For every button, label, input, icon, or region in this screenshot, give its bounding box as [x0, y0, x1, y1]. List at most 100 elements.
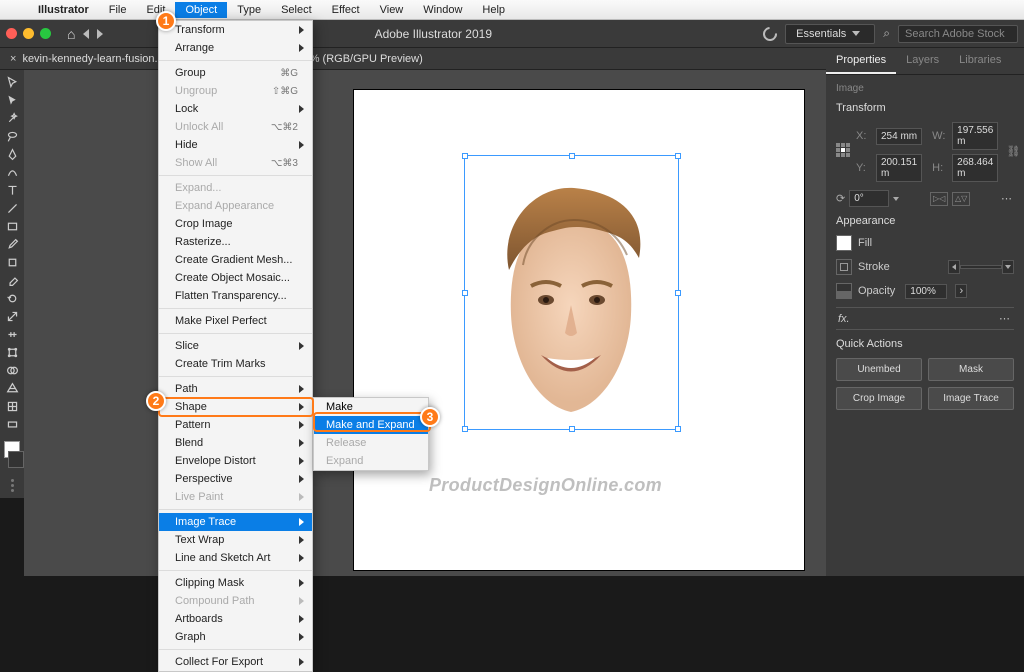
link-icon[interactable]: ⛓ — [1006, 145, 1020, 159]
stroke-swatch-icon[interactable] — [836, 259, 852, 275]
gradient-tool-icon[interactable] — [2, 416, 22, 433]
menu-help[interactable]: Help — [472, 2, 515, 18]
menu-select[interactable]: Select — [271, 2, 322, 18]
menu-item-image-trace[interactable]: Image Trace — [159, 513, 312, 531]
more-options-icon[interactable]: ⋯ — [999, 312, 1012, 325]
handle-icon[interactable] — [462, 426, 468, 432]
menu-item[interactable]: Transform — [159, 21, 312, 39]
stroke-weight-input[interactable] — [960, 265, 1002, 269]
tab-libraries[interactable]: Libraries — [949, 48, 1011, 74]
line-tool-icon[interactable] — [2, 200, 22, 217]
search-icon[interactable]: ⌕ — [883, 26, 890, 41]
menu-item[interactable]: Artboards — [159, 610, 312, 628]
sync-icon[interactable] — [760, 24, 780, 44]
menu-item[interactable]: Hide — [159, 136, 312, 154]
paintbrush-tool-icon[interactable] — [2, 236, 22, 253]
menu-item[interactable]: Rasterize... — [159, 233, 312, 251]
canvas[interactable]: ProductDesignOnline.com — [24, 70, 826, 576]
handle-icon[interactable] — [462, 153, 468, 159]
scale-tool-icon[interactable] — [2, 308, 22, 325]
menu-item[interactable]: Group⌘G — [159, 64, 312, 82]
tab-properties[interactable]: Properties — [826, 48, 896, 74]
menu-item[interactable]: Envelope Distort — [159, 452, 312, 470]
reference-point-icon[interactable] — [836, 143, 850, 161]
flip-vertical-icon[interactable]: △▽ — [952, 192, 970, 206]
opacity-input[interactable]: 100% — [905, 284, 947, 299]
mesh-tool-icon[interactable] — [2, 398, 22, 415]
menu-item[interactable]: Make Pixel Perfect — [159, 312, 312, 330]
fill-swatch-icon[interactable] — [836, 235, 852, 251]
transform-w-input[interactable]: 197.556 m — [952, 122, 998, 150]
shaper-tool-icon[interactable] — [2, 254, 22, 271]
eraser-tool-icon[interactable] — [2, 272, 22, 289]
handle-icon[interactable] — [569, 153, 575, 159]
transform-y-input[interactable]: 200.151 m — [876, 154, 922, 182]
handle-icon[interactable] — [675, 426, 681, 432]
menu-item[interactable]: Arrange — [159, 39, 312, 57]
handle-icon[interactable] — [569, 426, 575, 432]
menu-item[interactable]: Create Object Mosaic... — [159, 269, 312, 287]
perspective-tool-icon[interactable] — [2, 380, 22, 397]
more-options-icon[interactable]: ⋯ — [1001, 192, 1014, 205]
menu-view[interactable]: View — [370, 2, 414, 18]
lasso-tool-icon[interactable] — [2, 128, 22, 145]
menu-item[interactable]: Flatten Transparency... — [159, 287, 312, 305]
stroke-decrement[interactable] — [948, 260, 960, 274]
close-window-icon[interactable] — [6, 28, 17, 39]
home-icon[interactable]: ⌂ — [67, 26, 75, 42]
handle-icon[interactable] — [675, 290, 681, 296]
curvature-tool-icon[interactable] — [2, 164, 22, 181]
handle-icon[interactable] — [675, 153, 681, 159]
menu-item[interactable]: Lock — [159, 100, 312, 118]
workspace-switcher[interactable]: Essentials — [785, 24, 875, 44]
image-trace-button[interactable]: Image Trace — [928, 387, 1014, 410]
menu-item[interactable]: Text Wrap — [159, 531, 312, 549]
pen-tool-icon[interactable] — [2, 146, 22, 163]
chevron-down-icon[interactable] — [893, 197, 899, 201]
tab-layers[interactable]: Layers — [896, 48, 949, 74]
menu-object[interactable]: Object — [175, 2, 227, 18]
type-tool-icon[interactable] — [2, 182, 22, 199]
search-input[interactable]: Search Adobe Stock — [898, 25, 1018, 43]
apple-icon[interactable] — [8, 8, 28, 12]
submenu-item[interactable]: Make — [314, 398, 428, 416]
menu-item[interactable]: Path — [159, 380, 312, 398]
opacity-dropdown[interactable]: › — [955, 284, 967, 298]
rotation-input[interactable]: 0° — [849, 190, 889, 207]
minimize-window-icon[interactable] — [23, 28, 34, 39]
nav-back-icon[interactable] — [83, 29, 89, 39]
menu-item[interactable]: Collect For Export — [159, 653, 312, 671]
close-tab-icon[interactable]: × — [10, 53, 16, 65]
flip-horizontal-icon[interactable]: ▷◁ — [930, 192, 948, 206]
shape-builder-tool-icon[interactable] — [2, 362, 22, 379]
rotate-tool-icon[interactable] — [2, 290, 22, 307]
transform-h-input[interactable]: 268.464 m — [952, 154, 998, 182]
menu-effect[interactable]: Effect — [322, 2, 370, 18]
magic-wand-tool-icon[interactable] — [2, 110, 22, 127]
menu-type[interactable]: Type — [227, 2, 271, 18]
menu-item[interactable]: Line and Sketch Art — [159, 549, 312, 567]
width-tool-icon[interactable] — [2, 326, 22, 343]
menu-item[interactable]: Slice — [159, 337, 312, 355]
menu-item[interactable]: Shape — [159, 398, 312, 416]
selection-tool-icon[interactable] — [2, 74, 22, 91]
direct-selection-tool-icon[interactable] — [2, 92, 22, 109]
zoom-window-icon[interactable] — [40, 28, 51, 39]
menu-item[interactable]: Clipping Mask — [159, 574, 312, 592]
nav-forward-icon[interactable] — [97, 29, 103, 39]
stroke-weight-dropdown[interactable] — [1002, 260, 1014, 274]
unembed-button[interactable]: Unembed — [836, 358, 922, 381]
menu-item[interactable]: Pattern — [159, 416, 312, 434]
rectangle-tool-icon[interactable] — [2, 218, 22, 235]
edit-toolbar-icon[interactable] — [2, 477, 22, 494]
mask-button[interactable]: Mask — [928, 358, 1014, 381]
menu-item[interactable]: Graph — [159, 628, 312, 646]
menu-file[interactable]: File — [99, 2, 137, 18]
handle-icon[interactable] — [462, 290, 468, 296]
stroke-swatch[interactable] — [8, 451, 24, 468]
fx-label[interactable]: fx. — [838, 313, 850, 325]
menubar-appname[interactable]: Illustrator — [28, 2, 99, 18]
menu-item[interactable]: Create Trim Marks — [159, 355, 312, 373]
free-transform-tool-icon[interactable] — [2, 344, 22, 361]
menu-item[interactable]: Crop Image — [159, 215, 312, 233]
